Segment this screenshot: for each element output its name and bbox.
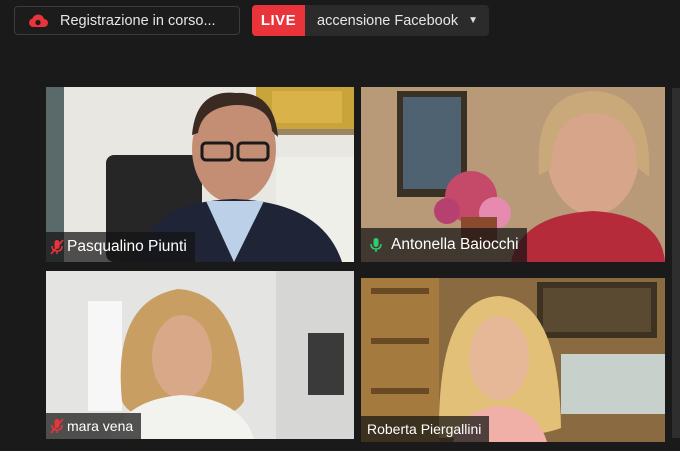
participant-name-bar: mara vena [46, 413, 142, 439]
mic-muted-icon [50, 418, 64, 434]
recording-indicator[interactable]: Registrazione in corso... [14, 6, 240, 35]
recording-label: Registrazione in corso... [60, 12, 216, 29]
participant-name-bar: Antonella Baiocchi [361, 228, 527, 262]
participant-name-bar: Pasqualino Piunti [46, 232, 195, 262]
participant-name: mara vena [67, 418, 134, 434]
mic-muted-icon [50, 239, 64, 255]
video-tile-roberta[interactable]: Roberta Piergallini [361, 278, 665, 442]
participant-name-bar: Roberta Piergallini [361, 416, 490, 442]
video-tile-antonella[interactable]: Antonella Baiocchi [361, 87, 665, 262]
cloud-icon [27, 13, 49, 29]
side-panel-edge [672, 88, 680, 438]
chevron-down-icon[interactable]: ▼ [468, 15, 478, 26]
live-stream-control[interactable]: LIVE accensione Facebook ▼ [252, 5, 489, 36]
live-badge: LIVE [252, 5, 305, 36]
participant-name: Roberta Piergallini [367, 421, 482, 437]
video-tile-mara[interactable]: mara vena [46, 271, 354, 439]
mic-icon [369, 237, 383, 253]
participant-name: Antonella Baiocchi [391, 236, 519, 253]
live-status: accensione Facebook [317, 12, 459, 29]
meeting-toolbar: Registrazione in corso... LIVE accension… [0, 0, 680, 44]
video-tile-pasqualino[interactable]: Pasqualino Piunti [46, 87, 354, 262]
participant-name: Pasqualino Piunti [67, 238, 187, 255]
